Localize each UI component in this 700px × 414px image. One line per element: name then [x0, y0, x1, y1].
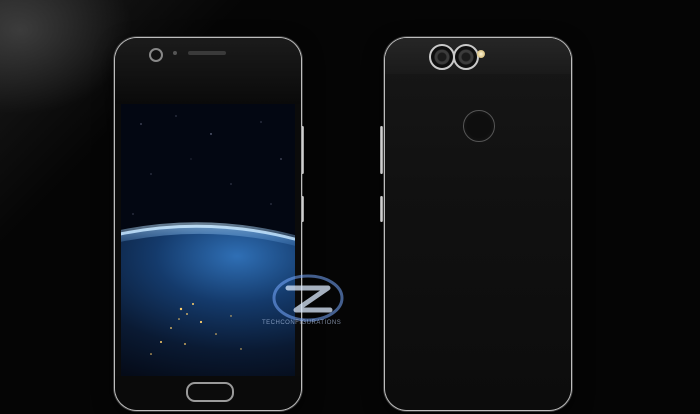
front-bottom-bezel [115, 376, 301, 410]
front-top-bezel [115, 38, 301, 104]
proximity-sensor-icon [173, 51, 177, 55]
watermark-text: TECHCONFIGURATIONS [262, 320, 342, 326]
dual-camera-lens-icon [453, 44, 479, 70]
phone-front [115, 38, 301, 410]
back-volume-button[interactable] [380, 126, 383, 174]
phone-back [385, 38, 571, 410]
rear-camera-band [385, 38, 571, 74]
phone-screen-earth [121, 104, 295, 376]
front-power-button[interactable] [301, 196, 304, 222]
flash-icon [477, 50, 485, 58]
front-camera-icon [149, 48, 163, 62]
back-power-button[interactable] [380, 196, 383, 222]
earth-from-space-image [121, 115, 295, 376]
front-volume-button[interactable] [301, 126, 304, 174]
dual-camera-lens-icon [429, 44, 455, 70]
background-glow [0, 0, 700, 414]
home-button-icon[interactable] [186, 382, 234, 402]
earpiece-speaker-icon [188, 51, 226, 55]
fingerprint-sensor-icon[interactable] [463, 110, 495, 142]
